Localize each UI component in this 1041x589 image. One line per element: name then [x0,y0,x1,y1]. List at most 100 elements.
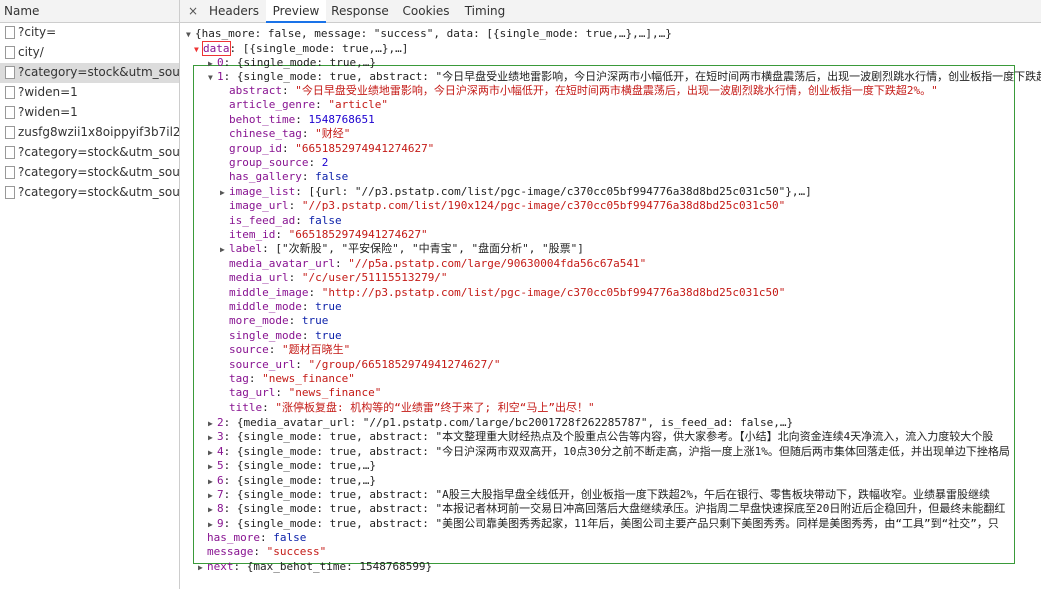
property-key: title [229,401,263,414]
request-name: ?category=stock&utm_sour… [18,145,179,159]
expand-arrow-icon[interactable]: ▼ [208,71,217,85]
name-column-header[interactable]: Name [0,0,179,23]
property-value: "//p3.pstatp.com/list/190x124/pgc-image/… [301,199,786,212]
collapsed-arrow-icon[interactable]: ▶ [208,475,217,489]
colon: : [281,142,296,155]
tree-item[interactable]: ▶ 9: {single_mode: true, abstract: "美图公司靠… [208,517,999,531]
property-key: article_genre [229,98,316,111]
request-row[interactable]: zusfg8wzii1x8oippyif3b7il2… [0,123,179,143]
colon: : [295,113,309,126]
tab-timing[interactable]: Timing [460,0,510,22]
colon: : [281,84,296,97]
property-key: media_url [229,271,289,284]
tree-item-0[interactable]: ▶ 0: {single_mode: true,…} [208,56,376,70]
request-name: city/ [18,45,44,59]
colon: : [223,474,237,487]
collapsed-arrow-icon[interactable]: ▶ [220,186,229,200]
property-row: article_genre: "article" [229,98,388,112]
property-key: is_feed_ad [229,214,296,227]
property-value: 2 [321,156,329,169]
tree-item[interactable]: ▶ 3: {single_mode: true, abstract: "本文整理重… [208,430,993,444]
collapsed-arrow-icon[interactable]: ▶ [208,489,217,503]
colon: : [223,517,237,530]
request-row[interactable]: ?category=stock&utm_sour… [0,63,179,83]
property-row[interactable]: ▶ label: ["次新股", "平安保险", "中青宝", "盘面分析", "… [220,242,584,256]
property-key: has_gallery [229,170,302,183]
property-key: middle_mode [229,300,302,313]
property-row: single_mode: true [229,329,342,343]
request-row[interactable]: ?city= [0,23,179,43]
property-row: image_url: "//p3.pstatp.com/list/190x124… [229,199,785,213]
property-key: behot_time [229,113,296,126]
property-key: image_url [229,199,289,212]
tab-response[interactable]: Response [328,0,392,22]
request-row[interactable]: ?category=stock&utm_sour… [0,143,179,163]
request-row[interactable]: ?category=stock&utm_sour… [0,163,179,183]
expand-arrow-icon[interactable]: ▼ [194,43,203,57]
property-row: title: "涨停板复盘: 机构等的“业绩雷”终于来了; 利空“马上”出尽！" [229,401,595,415]
tree-item[interactable]: ▶ 7: {single_mode: true, abstract: "A股三大股… [208,488,990,502]
colon: : [223,502,237,515]
request-row[interactable]: city/ [0,43,179,63]
colon: : [334,257,349,270]
property-value: true [315,329,342,342]
item-index: 6 [217,474,224,487]
colon: : [301,300,316,313]
property-key: middle_image [229,286,309,299]
property-row: behot_time: 1548768651 [229,113,375,127]
data-node[interactable]: ▼ data: [{single_mode: true,…},…] [194,41,408,57]
collapsed-arrow-icon[interactable]: ▶ [208,518,217,532]
property-key: abstract [229,84,282,97]
file-icon [5,146,15,159]
property-row: middle_image: "http://p3.pstatp.com/list… [229,286,785,300]
property-row: media_url: "/c/user/51115513279/" [229,271,448,285]
property-row: chinese_tag: "财经" [229,127,350,141]
collapsed-arrow-icon[interactable]: ▶ [208,57,217,71]
item-summary: {single_mode: true, abstract: "美图公司靠美图秀秀… [236,517,999,530]
request-row[interactable]: ?category=stock&utm_sour… [0,183,179,203]
request-row[interactable]: ?widen=1 [0,103,179,123]
file-icon [5,26,15,39]
tree-item[interactable]: ▶ 6: {single_mode: true,…} [208,474,376,488]
tree-item-1[interactable]: ▼ 1: {single_mode: true, abstract: "今日早盘受… [208,70,1041,84]
property-key: group_source [229,156,309,169]
item-index: 9 [217,517,224,530]
request-list-panel: Name ?city= city/ ?category=stock&utm_sour… [0,0,180,589]
tab-cookies[interactable]: Cookies [396,0,456,22]
root-node[interactable]: ▼ {has_more: false, message: "success", d… [186,27,672,41]
colon: : [308,156,322,169]
request-name: zusfg8wzii1x8oippyif3b7il2… [18,125,179,139]
item-summary: {single_mode: true, abstract: "A股三大股指早盘全… [236,488,991,501]
collapsed-arrow-icon[interactable]: ▶ [208,460,217,474]
tree-item[interactable]: ▶ 2: {media_avatar_url: "//p1.pstatp.com/… [208,416,793,430]
property-key: more_mode [229,314,289,327]
item-index: 8 [217,502,224,515]
next-row[interactable]: ▶ next: {max_behot_time: 1548768599} [198,560,432,574]
collapsed-arrow-icon[interactable]: ▶ [208,417,217,431]
property-row[interactable]: ▶ image_list: [{url: "//p3.pstatp.com/lis… [220,185,812,199]
property-key: item_id [229,228,276,241]
property-row: abstract: "今日早盘受业绩地雷影响，今日沪深两市小幅低开，在短时间两市… [229,84,938,98]
tab-headers[interactable]: Headers [204,0,264,22]
request-row[interactable]: ?widen=1 [0,83,179,103]
collapsed-arrow-icon[interactable]: ▶ [208,446,217,460]
tab-preview[interactable]: Preview [266,0,326,23]
item-summary: {media_avatar_url: "//p1.pstatp.com/larg… [236,416,794,429]
property-value: "news_finance" [288,386,382,399]
property-key: image_list [229,185,296,198]
collapsed-arrow-icon[interactable]: ▶ [208,503,217,517]
collapsed-arrow-icon[interactable]: ▶ [198,561,207,575]
collapsed-arrow-icon[interactable]: ▶ [208,431,217,445]
colon: : [315,98,329,111]
property-row: source_url: "/group/6651852974941274627/… [229,358,501,372]
collapsed-arrow-icon[interactable]: ▶ [220,243,229,257]
tree-item[interactable]: ▶ 4: {single_mode: true, abstract: "今日沪深两… [208,445,1010,459]
tree-item[interactable]: ▶ 5: {single_mode: true,…} [208,459,376,473]
tree-item[interactable]: ▶ 8: {single_mode: true, abstract: "本报记者林… [208,502,1005,516]
property-value: false [308,214,342,227]
close-icon[interactable]: × [188,0,198,22]
property-value: "article" [328,98,388,111]
colon: : [223,459,237,472]
colon: : [275,386,289,399]
expand-arrow-icon[interactable]: ▼ [186,28,195,42]
